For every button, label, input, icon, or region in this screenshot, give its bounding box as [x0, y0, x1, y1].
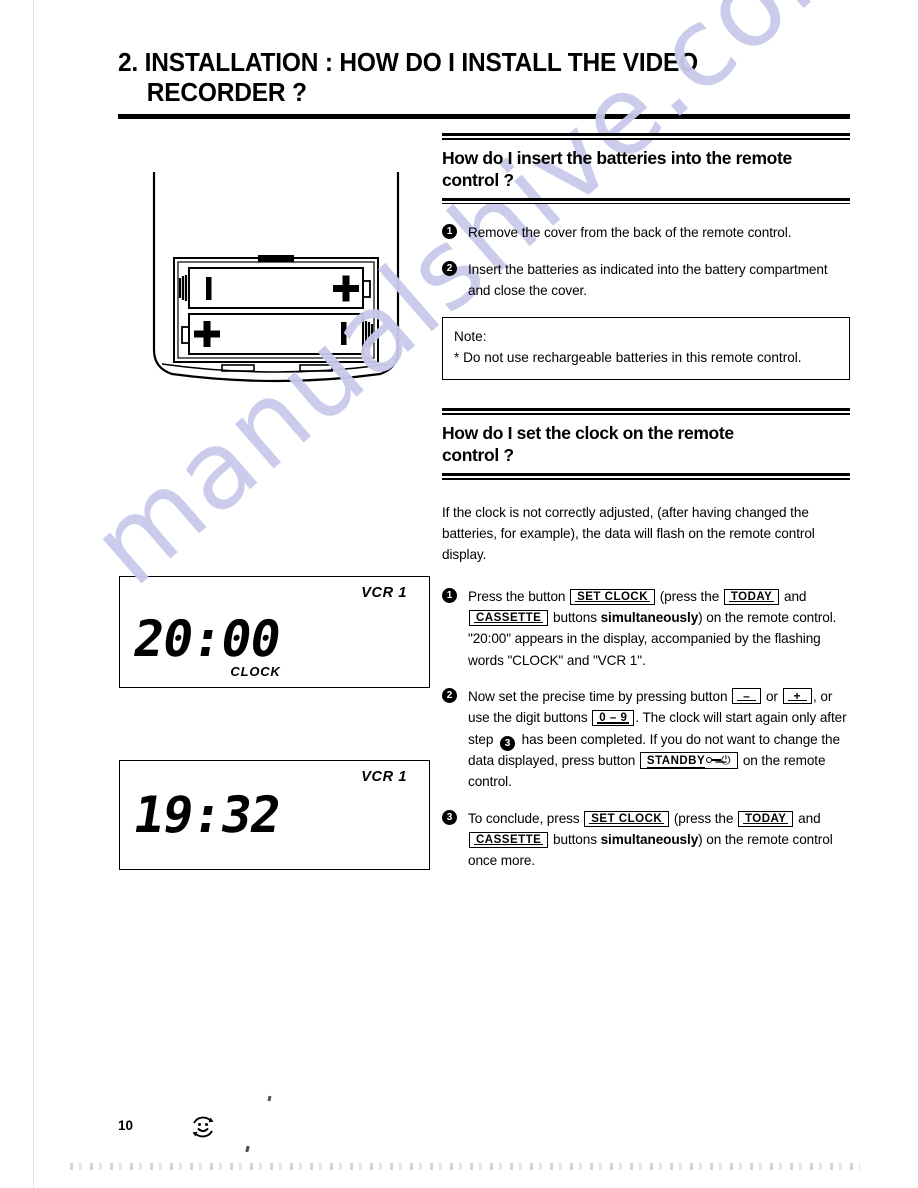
- step-number: 1: [442, 587, 457, 603]
- steps-batteries: 1 Remove the cover from the back of the …: [442, 222, 850, 301]
- keycap-set-clock: SET CLOCK: [584, 810, 670, 827]
- scan-speck: [245, 1145, 250, 1153]
- keycap-set-clock: SET CLOCK: [570, 588, 656, 605]
- keycap-0--9: 0 – 9: [592, 710, 635, 727]
- recycle-smiley-icon: [188, 1112, 218, 1142]
- clock-intro-paragraph: If the clock is not correctly adjusted, …: [442, 504, 815, 563]
- right-column: How do I insert the batteries into the r…: [442, 133, 850, 887]
- key-icon: [706, 756, 722, 765]
- page-title-line-2: RECORDER ?: [146, 79, 307, 108]
- step-number: 1: [442, 224, 457, 240]
- keycap-today: TODAY: [737, 810, 794, 827]
- scan-noise-bottom: [70, 1163, 860, 1170]
- keycap-standby-label: STANDBY: [646, 754, 706, 768]
- lcd-vcr-label: VCR 1: [361, 769, 407, 785]
- page-title-line-1: 2. INSTALLATION : HOW DO I INSTALL THE V…: [118, 49, 698, 77]
- keycap-cassette: CASSETTE: [469, 831, 549, 848]
- list-item: 2 Insert the batteries as indicated into…: [442, 259, 850, 302]
- list-item: 2 Now set the precise time by pressing b…: [442, 686, 850, 793]
- lcd-display-clock-2000: VCR 1 20:00 CLOCK: [119, 576, 430, 688]
- step-text: Remove the cover from the back of the re…: [468, 225, 792, 241]
- step-number: 2: [442, 687, 457, 703]
- keycap-today: TODAY: [723, 588, 780, 605]
- note-title: Note:: [454, 329, 487, 345]
- lcd-time-value: 19:32: [129, 786, 285, 844]
- section-rule-top: [442, 133, 850, 140]
- note-item: * Do not use rechargeable batteries in t…: [454, 349, 802, 365]
- keycap-: –: [732, 687, 762, 704]
- step-text: Insert the batteries as indicated into t…: [468, 261, 828, 299]
- lcd-mode-label: CLOCK: [230, 664, 281, 679]
- emphasis-text: simultaneously: [600, 609, 699, 625]
- section-clock: How do I set the clock on the remote con…: [442, 408, 850, 871]
- power-icon: ⏻: [721, 752, 732, 767]
- inline-step-number: 3: [499, 735, 515, 751]
- list-item: 1 Press the button SET CLOCK (press the …: [442, 586, 850, 671]
- lcd-time-value: 20:00: [129, 609, 285, 668]
- scan-page-edge-left: [33, 0, 34, 1188]
- section-rule-bottom: [442, 197, 850, 205]
- page-number: 10: [118, 1118, 134, 1133]
- keycap-standby: STANDBY ⏻: [639, 751, 739, 769]
- section-rule-bottom: [442, 473, 850, 480]
- keycap-: +: [782, 687, 813, 704]
- list-item: 1 Remove the cover from the back of the …: [442, 222, 850, 243]
- section-heading-clock: How do I set the clock on the remote con…: [442, 422, 734, 465]
- steps-clock: 1 Press the button SET CLOCK (press the …: [442, 586, 850, 872]
- step-number: 3: [442, 809, 457, 825]
- lcd-vcr-label: VCR 1: [361, 585, 407, 601]
- scan-speck: [267, 1095, 272, 1102]
- remote-control-battery-diagram: [150, 172, 402, 392]
- page-footer: 10: [118, 1112, 418, 1146]
- section-rule-top: [442, 408, 850, 415]
- step-text: Press the button SET CLOCK (press the TO…: [468, 588, 837, 668]
- title-underline-rule: [118, 114, 850, 119]
- step-number: 2: [442, 260, 457, 276]
- keycap-cassette: CASSETTE: [469, 609, 549, 626]
- note-box: Note: * Do not use rechargeable batterie…: [442, 317, 850, 381]
- section-heading-batteries: How do I insert the batteries into the r…: [442, 147, 792, 190]
- lcd-display-clock-1932: VCR 1 19:32: [119, 760, 430, 870]
- step-text: Now set the precise time by pressing but…: [468, 687, 847, 790]
- section-batteries: How do I insert the batteries into the r…: [442, 133, 850, 381]
- emphasis-text: simultaneously: [600, 831, 699, 847]
- list-item: 3 To conclude, press SET CLOCK (press th…: [442, 808, 850, 872]
- step-text: To conclude, press SET CLOCK (press the …: [468, 810, 833, 869]
- page-title: 2. INSTALLATION : HOW DO I INSTALL THE V…: [118, 48, 850, 108]
